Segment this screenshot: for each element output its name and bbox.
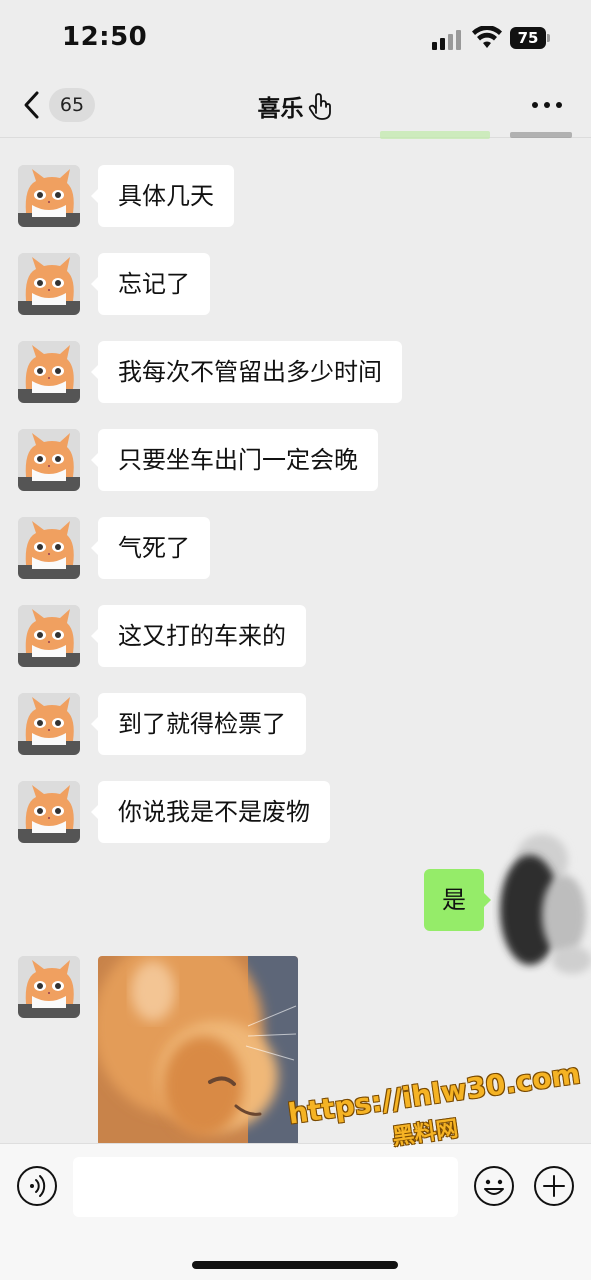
chat-nav-bar: 65 喜乐 bbox=[0, 80, 591, 138]
more-options-icon[interactable] bbox=[532, 102, 564, 110]
status-bar: 12:50 75 bbox=[0, 0, 591, 80]
contact-avatar[interactable] bbox=[18, 956, 80, 1018]
contact-avatar[interactable] bbox=[18, 781, 80, 843]
contact-message-bubble[interactable]: 这又打的车来的 bbox=[91, 605, 306, 667]
battery-icon: 75 bbox=[510, 27, 550, 49]
contact-avatar[interactable] bbox=[18, 429, 80, 491]
message-row: 具体几天 bbox=[0, 165, 591, 227]
contact-avatar[interactable] bbox=[18, 517, 80, 579]
battery-level: 75 bbox=[510, 27, 546, 49]
signal-icon bbox=[432, 28, 462, 50]
contact-avatar[interactable] bbox=[18, 253, 80, 315]
watermark-name: 黑料网 bbox=[390, 1116, 460, 1151]
contact-avatar[interactable] bbox=[18, 165, 80, 227]
chat-title[interactable]: 喜乐 bbox=[0, 89, 591, 123]
contact-message-bubble[interactable]: 忘记了 bbox=[91, 253, 210, 315]
message-input[interactable] bbox=[73, 1157, 458, 1217]
message-row: 气死了 bbox=[0, 517, 591, 579]
scrolled-message-fragment-2 bbox=[510, 132, 572, 138]
contact-avatar[interactable] bbox=[18, 693, 80, 755]
chat-title-text: 喜乐 bbox=[257, 96, 304, 122]
my-message-bubble[interactable]: 是 bbox=[424, 869, 491, 931]
emoji-icon[interactable] bbox=[473, 1165, 515, 1207]
wifi-icon bbox=[472, 26, 502, 48]
message-row: 这又打的车来的 bbox=[0, 605, 591, 667]
message-row: 忘记了 bbox=[0, 253, 591, 315]
message-row: 到了就得检票了 bbox=[0, 693, 591, 755]
contact-avatar[interactable] bbox=[18, 341, 80, 403]
contact-message-bubble[interactable]: 具体几天 bbox=[91, 165, 234, 227]
status-time: 12:50 bbox=[62, 22, 148, 52]
contact-message-bubble[interactable]: 我每次不管留出多少时间 bbox=[91, 341, 402, 403]
hand-icon bbox=[308, 93, 331, 120]
contact-message-bubble[interactable]: 到了就得检票了 bbox=[91, 693, 306, 755]
message-row: 我每次不管留出多少时间 bbox=[0, 341, 591, 403]
plus-icon[interactable] bbox=[533, 1165, 575, 1207]
orange-cat-photo[interactable] bbox=[98, 956, 298, 1146]
voice-input-icon[interactable] bbox=[16, 1165, 58, 1207]
contact-message-bubble[interactable]: 只要坐车出门一定会晚 bbox=[91, 429, 378, 491]
contact-avatar[interactable] bbox=[18, 605, 80, 667]
scrolled-message-fragment bbox=[380, 131, 490, 139]
home-indicator bbox=[192, 1261, 398, 1269]
message-row: 只要坐车出门一定会晚 bbox=[0, 429, 591, 491]
contact-message-bubble[interactable]: 你说我是不是废物 bbox=[91, 781, 330, 843]
contact-message-bubble[interactable]: 气死了 bbox=[91, 517, 210, 579]
